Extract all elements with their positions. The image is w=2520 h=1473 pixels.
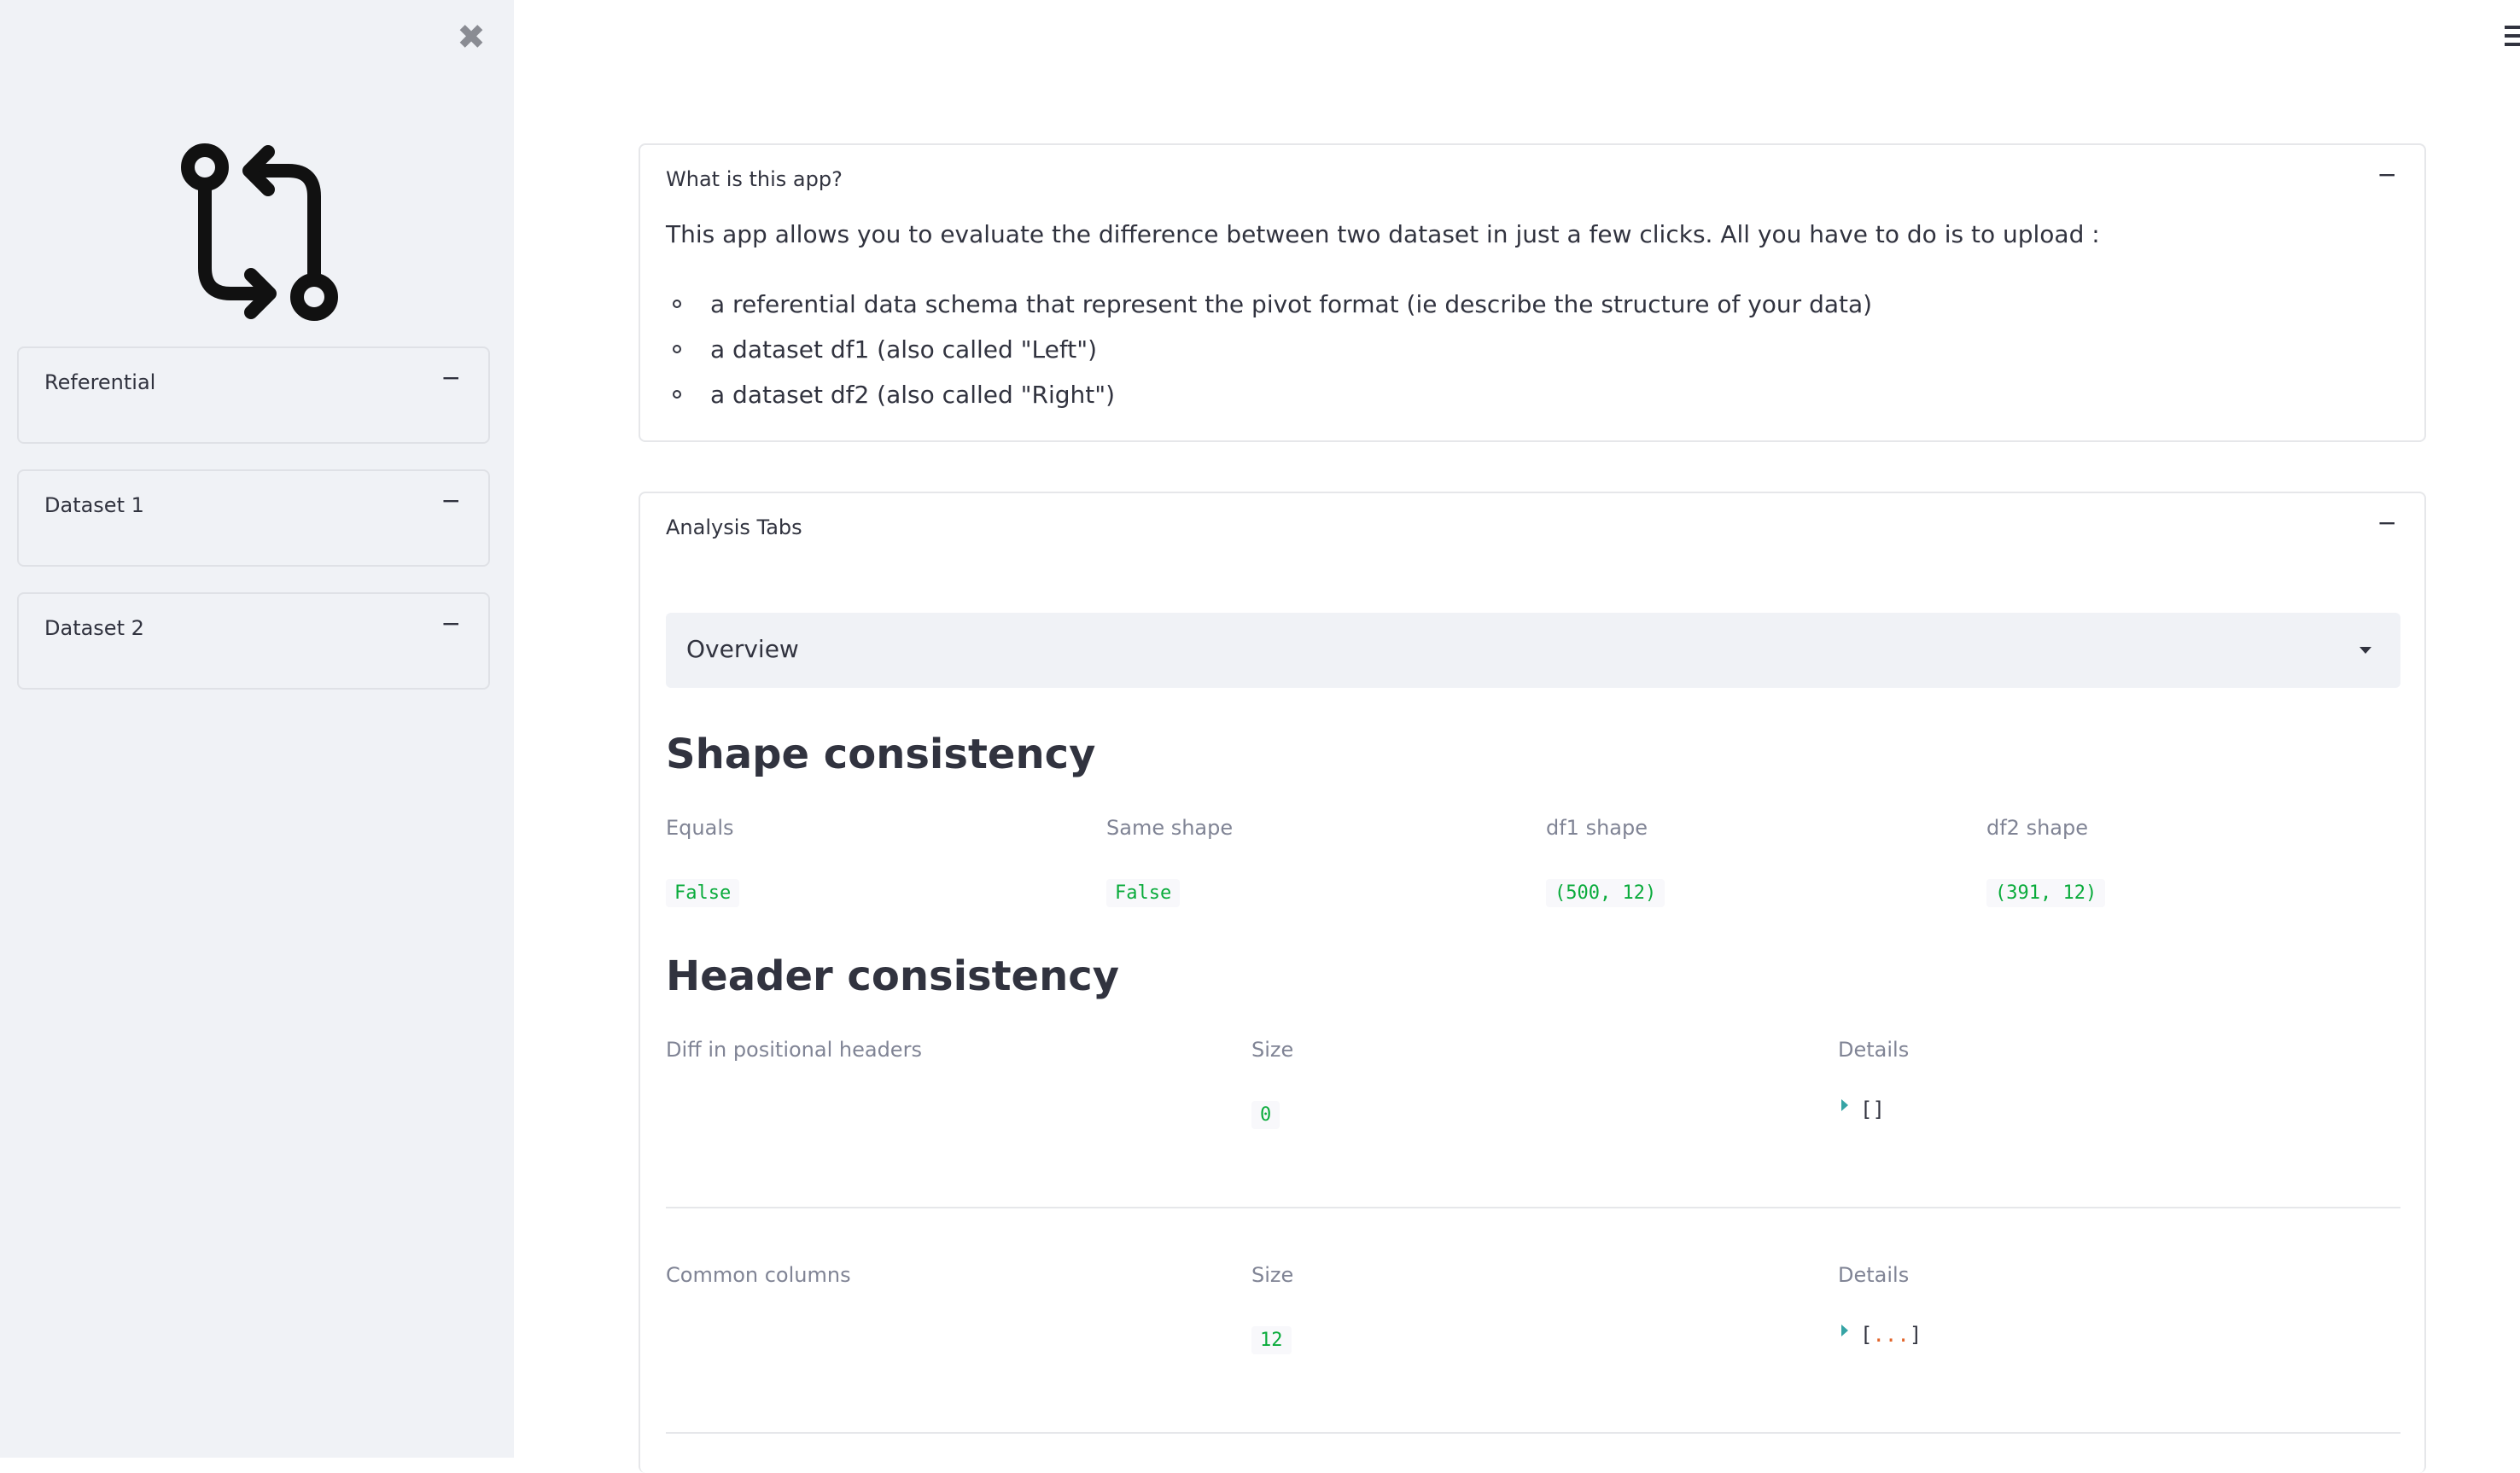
collapse-icon[interactable]: − xyxy=(2377,160,2397,189)
bullet-icon xyxy=(673,390,681,399)
size-label: Size xyxy=(1251,1038,1294,1062)
list-item: a dataset df1 (also called "Left") xyxy=(666,327,1872,372)
bullet-icon xyxy=(673,300,681,308)
list-item-text: a referential data schema that represent… xyxy=(710,290,1873,318)
metric-label: Diff in positional headers xyxy=(666,1038,922,1062)
list-item: a dataset df2 (also called "Right") xyxy=(666,372,1872,417)
details-label: Details xyxy=(1838,1038,1910,1062)
list-item-text: a dataset df2 (also called "Right") xyxy=(710,381,1116,409)
metric-label: Equals xyxy=(666,816,734,840)
about-expander: What is this app? − This app allows you … xyxy=(639,143,2426,442)
bullet-icon xyxy=(673,345,681,353)
json-bracket: [ xyxy=(1860,1323,1873,1347)
about-intro: This app allows you to evaluate the diff… xyxy=(666,220,2100,248)
size-value: 0 xyxy=(1251,1101,1280,1129)
expander-label: Referential xyxy=(44,370,156,394)
metric-value: False xyxy=(666,879,740,907)
metric-label: df1 shape xyxy=(1546,816,1648,840)
size-label: Size xyxy=(1251,1263,1294,1287)
expander-dataset-1[interactable]: Dataset 1 − xyxy=(17,469,490,567)
metric-value: (500, 12) xyxy=(1546,879,1665,907)
divider xyxy=(666,1207,2400,1208)
select-value: Overview xyxy=(686,635,799,663)
analysis-title[interactable]: Analysis Tabs xyxy=(666,515,802,539)
size-value: 12 xyxy=(1251,1326,1292,1354)
details-json-viewer[interactable]: [...] xyxy=(1841,1323,1922,1347)
analysis-tab-select[interactable]: Overview xyxy=(666,613,2400,688)
divider xyxy=(666,1432,2400,1434)
expander-referential[interactable]: Referential − xyxy=(17,346,490,444)
collapse-icon[interactable]: − xyxy=(2377,509,2397,537)
collapse-icon[interactable]: − xyxy=(441,364,461,392)
metric-label: Same shape xyxy=(1106,816,1234,840)
collapse-icon[interactable]: − xyxy=(441,609,461,638)
expand-arrow-icon[interactable] xyxy=(1841,1325,1848,1336)
json-bracket: ] xyxy=(1909,1323,1922,1347)
list-item-text: a dataset df1 (also called "Left") xyxy=(710,335,1098,364)
close-sidebar-icon[interactable]: ✖ xyxy=(456,19,487,56)
json-bracket: ] xyxy=(1872,1097,1885,1121)
metric-value: (391, 12) xyxy=(1986,879,2106,907)
analysis-expander: Analysis Tabs − Overview Shape consisten… xyxy=(639,492,2426,1473)
expand-arrow-icon[interactable] xyxy=(1841,1099,1848,1111)
about-title[interactable]: What is this app? xyxy=(666,167,843,191)
details-json-viewer[interactable]: [] xyxy=(1841,1097,1885,1121)
expander-dataset-2[interactable]: Dataset 2 − xyxy=(17,592,490,690)
metric-label: Common columns xyxy=(666,1263,851,1287)
chevron-down-icon xyxy=(2360,647,2371,654)
expander-label: Dataset 1 xyxy=(44,493,144,517)
metric-label: df2 shape xyxy=(1986,816,2089,840)
metric-value: False xyxy=(1106,879,1181,907)
json-bracket: [ xyxy=(1860,1097,1873,1121)
about-bullet-list: a referential data schema that represent… xyxy=(666,282,1872,417)
header-consistency-heading: Header consistency xyxy=(666,952,1120,1000)
git-compare-icon xyxy=(181,143,338,321)
json-ellipsis: ... xyxy=(1872,1323,1910,1347)
list-item: a referential data schema that represent… xyxy=(666,282,1872,327)
details-label: Details xyxy=(1838,1263,1910,1287)
collapse-icon[interactable]: − xyxy=(441,486,461,515)
shape-consistency-heading: Shape consistency xyxy=(666,731,1096,778)
sidebar: ✖ Referential − Dataset 1 − Dataset 2 − xyxy=(0,0,514,1458)
hamburger-menu-icon[interactable] xyxy=(2505,26,2520,48)
expander-label: Dataset 2 xyxy=(44,616,144,640)
